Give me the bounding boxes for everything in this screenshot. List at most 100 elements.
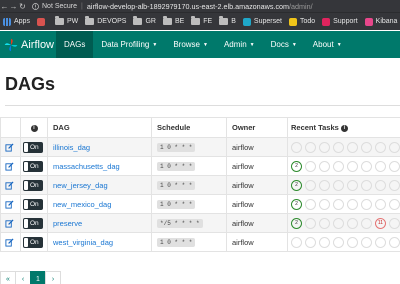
schedule-badge[interactable]: 1 0 * * * — [157, 200, 196, 209]
edit-icon[interactable] — [5, 237, 14, 247]
dag-on-toggle[interactable]: On — [23, 141, 43, 153]
edit-icon[interactable] — [5, 199, 14, 209]
edit-icon[interactable] — [5, 180, 14, 190]
task-state-circle[interactable] — [333, 160, 344, 172]
dag-on-toggle[interactable]: On — [23, 236, 43, 248]
task-state-circle[interactable] — [319, 160, 330, 172]
task-state-circle[interactable] — [375, 236, 386, 248]
bookmark-pw[interactable]: PW — [54, 16, 78, 25]
browser-url-bar[interactable]: ← → ↻ Not Secure | airflow-develop-alb-1… — [0, 0, 400, 12]
edit-icon[interactable] — [5, 142, 14, 152]
task-state-circle[interactable] — [347, 160, 358, 172]
dag-link[interactable]: west_virginia_dag — [53, 238, 113, 247]
dag-on-toggle[interactable]: On — [23, 160, 43, 172]
dag-on-toggle[interactable]: On — [23, 179, 43, 191]
dag-on-toggle[interactable]: On — [23, 217, 43, 229]
dag-link[interactable]: illinois_dag — [53, 143, 90, 152]
task-state-circle[interactable] — [347, 236, 358, 248]
task-state-circle[interactable] — [361, 160, 372, 172]
schedule-badge[interactable]: 1 0 * * * — [157, 181, 196, 190]
dag-link[interactable]: new_mexico_dag — [53, 200, 111, 209]
bookmark-b[interactable]: B — [219, 16, 236, 25]
task-state-circle[interactable] — [347, 141, 358, 153]
task-state-circle[interactable] — [333, 198, 344, 210]
task-state-circle[interactable]: 2 — [291, 217, 302, 229]
task-state-circle[interactable]: 2 — [291, 179, 302, 191]
schedule-badge[interactable]: 1 0 * * * — [157, 238, 196, 247]
bookmark-kibana[interactable]: Kibana — [364, 17, 397, 26]
dag-link[interactable]: preserve — [53, 219, 82, 228]
task-state-circle[interactable] — [361, 236, 372, 248]
nav-item-docs[interactable]: Docs ▼ — [263, 31, 305, 58]
task-state-circle[interactable] — [305, 217, 316, 229]
pagination-first[interactable]: « — [0, 271, 16, 284]
dag-link[interactable]: massachusetts_dag — [53, 162, 120, 171]
task-state-circle[interactable]: 11 — [375, 217, 386, 229]
task-state-circle[interactable] — [347, 179, 358, 191]
task-state-circle[interactable] — [375, 179, 386, 191]
task-state-circle[interactable] — [305, 141, 316, 153]
pagination-next[interactable]: › — [45, 271, 61, 284]
dag-on-toggle[interactable]: On — [23, 198, 43, 210]
nav-item-browse[interactable]: Browse ▼ — [165, 31, 216, 58]
task-state-circle[interactable] — [389, 236, 400, 248]
task-state-circle[interactable] — [305, 160, 316, 172]
bookmark-todo[interactable]: Todo — [288, 17, 315, 26]
task-state-circle[interactable] — [361, 179, 372, 191]
url-path[interactable]: /admin/ — [289, 2, 313, 11]
task-state-circle[interactable]: 2 — [291, 160, 302, 172]
task-state-circle[interactable] — [389, 179, 400, 191]
security-warning-icon[interactable] — [32, 2, 39, 10]
task-state-circle[interactable] — [291, 236, 302, 248]
pagination-current-page[interactable]: 1 — [30, 271, 46, 284]
task-state-circle[interactable] — [333, 217, 344, 229]
task-state-circle[interactable] — [347, 198, 358, 210]
task-state-circle[interactable] — [389, 160, 400, 172]
nav-item-dags[interactable]: DAGs — [56, 31, 94, 58]
reload-icon[interactable]: ↻ — [18, 2, 27, 11]
edit-icon[interactable] — [5, 218, 14, 228]
bookmark-devops[interactable]: DEVOPS — [85, 16, 126, 25]
task-state-circle[interactable] — [389, 198, 400, 210]
dag-link[interactable]: new_jersey_dag — [53, 181, 108, 190]
task-state-circle[interactable] — [333, 141, 344, 153]
schedule-badge[interactable]: */5 * * * * — [157, 219, 203, 228]
task-state-circle[interactable] — [347, 217, 358, 229]
task-state-circle[interactable] — [361, 141, 372, 153]
bookmark-app[interactable] — [36, 17, 48, 26]
schedule-badge[interactable]: 1 0 * * * — [157, 143, 196, 152]
task-state-circle[interactable] — [333, 236, 344, 248]
header-schedule[interactable]: Schedule — [151, 117, 227, 138]
pagination-prev[interactable]: ‹ — [15, 271, 31, 284]
bookmark-support[interactable]: Support — [322, 17, 358, 26]
task-state-circle[interactable] — [375, 141, 386, 153]
task-state-circle[interactable] — [375, 198, 386, 210]
recent-tasks-info-icon[interactable]: i — [340, 124, 348, 132]
task-state-circle[interactable] — [319, 179, 330, 191]
task-state-circle[interactable] — [361, 198, 372, 210]
task-state-circle[interactable] — [319, 236, 330, 248]
task-state-circle[interactable] — [389, 217, 400, 229]
task-state-circle[interactable] — [305, 179, 316, 191]
task-state-circle[interactable] — [319, 141, 330, 153]
bookmark-apps[interactable]: Apps — [3, 17, 30, 26]
nav-item-data-profiling[interactable]: Data Profiling ▼ — [93, 31, 165, 58]
task-state-circle[interactable] — [319, 217, 330, 229]
bookmark-superset[interactable]: Superset — [242, 17, 282, 26]
url-host[interactable]: airflow-develop-alb-1892979170.us-east-2… — [87, 2, 289, 11]
task-state-circle[interactable] — [375, 160, 386, 172]
task-state-circle[interactable] — [389, 141, 400, 153]
airflow-logo[interactable]: Airflow — [4, 38, 56, 52]
task-state-circle[interactable] — [305, 198, 316, 210]
nav-item-admin[interactable]: Admin ▼ — [216, 31, 263, 58]
task-state-circle[interactable] — [333, 179, 344, 191]
bookmark-gr[interactable]: GR — [133, 16, 156, 25]
bookmark-be[interactable]: BE — [162, 16, 184, 25]
edit-icon[interactable] — [5, 161, 14, 171]
task-state-circle[interactable] — [361, 217, 372, 229]
nav-item-about[interactable]: About ▼ — [305, 31, 350, 58]
task-state-circle[interactable] — [305, 236, 316, 248]
schedule-badge[interactable]: 1 0 * * * — [157, 162, 196, 171]
header-owner[interactable]: Owner — [226, 117, 288, 138]
header-dag[interactable]: DAG — [47, 117, 152, 138]
